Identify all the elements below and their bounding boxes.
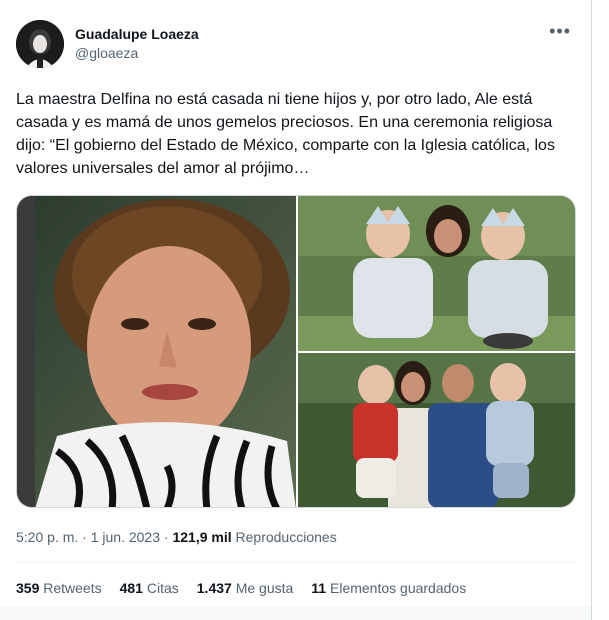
stat-retweets-label: Retweets xyxy=(43,580,102,596)
tweet-media-grid xyxy=(16,195,576,508)
portrait-image xyxy=(17,196,296,507)
family-image xyxy=(298,353,575,507)
author-handle[interactable]: @gloaeza xyxy=(75,44,199,63)
tweet-date[interactable]: 1 jun. 2023 xyxy=(91,529,160,545)
stat-bookmarks[interactable]: 11 Elementos guardados xyxy=(311,579,466,598)
avatar[interactable] xyxy=(16,20,64,68)
stat-bookmarks-label: Elementos guardados xyxy=(330,580,467,596)
stat-quotes-label: Citas xyxy=(146,580,179,596)
tweet-header: Guadalupe Loaeza @gloaeza xyxy=(16,20,199,68)
engagement-stats: 359 Retweets 481 Citas 1.437 Me gusta 11… xyxy=(16,579,466,598)
tweet-card: Guadalupe Loaeza @gloaeza ••• La maestra… xyxy=(0,0,592,620)
media-photo-family[interactable] xyxy=(298,353,575,507)
stat-retweets[interactable]: 359 Retweets xyxy=(16,579,102,598)
meta-separator: · xyxy=(82,529,87,545)
twins-mother-image xyxy=(298,196,575,351)
stat-quotes[interactable]: 481 Citas xyxy=(120,579,179,598)
stat-quotes-count: 481 xyxy=(119,580,143,596)
media-photo-portrait[interactable] xyxy=(17,196,296,507)
more-options-icon[interactable]: ••• xyxy=(549,22,571,40)
author-names: Guadalupe Loaeza @gloaeza xyxy=(75,25,199,63)
views-count: 121,9 mil xyxy=(172,529,232,545)
tweet-text: La maestra Delfina no está casada ni tie… xyxy=(16,91,555,177)
media-photo-twins-mother[interactable] xyxy=(298,196,575,351)
author-display-name[interactable]: Guadalupe Loaeza xyxy=(75,25,199,44)
avatar-image xyxy=(16,20,64,68)
stat-likes-count: 1.437 xyxy=(196,580,232,596)
stat-likes[interactable]: 1.437 Me gusta xyxy=(197,579,294,598)
divider xyxy=(16,562,575,563)
tweet-time[interactable]: 5:20 p. m. xyxy=(16,529,78,545)
stat-retweets-count: 359 xyxy=(16,580,40,596)
stat-likes-label: Me gusta xyxy=(235,580,294,596)
bottom-strip xyxy=(0,606,591,620)
views-label: Reproducciones xyxy=(235,529,337,545)
stat-bookmarks-count: 11 xyxy=(311,580,327,596)
tweet-meta: 5:20 p. m. · 1 jun. 2023 · 121,9 mil Rep… xyxy=(16,528,337,547)
meta-separator: · xyxy=(163,529,169,545)
